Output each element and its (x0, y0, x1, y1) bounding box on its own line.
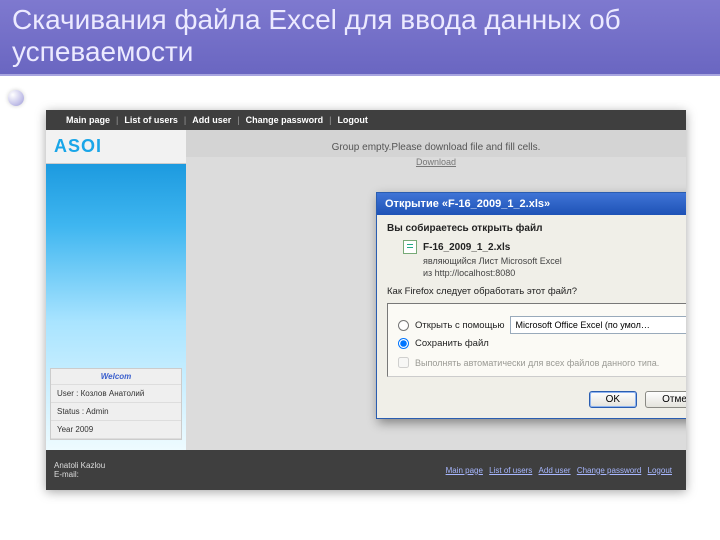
content-area: Group empty.Please download file and fil… (186, 130, 686, 450)
footer-author: Anatoli Kazlou (54, 461, 105, 470)
app-screenshot: Main page| List of users| Add user| Chan… (46, 110, 686, 490)
nav-main[interactable]: Main page (66, 115, 110, 125)
excel-file-icon (403, 240, 417, 254)
user-info-box: Welcom User : Козлов Анатолий Status : A… (50, 368, 182, 440)
cancel-button[interactable]: Отмена (645, 391, 686, 408)
footer-email-label: E-mail: (54, 470, 105, 479)
user-row: User : Козлов Анатолий (51, 385, 181, 403)
dialog-options: Открыть с помощью Microsoft Office Excel… (387, 303, 686, 377)
dialog-title-text: Открытие «F-16_2009_1_2.xls» (385, 198, 550, 210)
status-row: Status : Admin (51, 403, 181, 421)
remember-checkbox (398, 357, 409, 368)
footer-link-logout[interactable]: Logout (648, 466, 672, 475)
open-with-label: Открыть с помощью (415, 320, 504, 331)
dialog-filename: F-16_2009_1_2.xls (423, 242, 510, 253)
user-label: User : (57, 389, 78, 398)
nav-users[interactable]: List of users (124, 115, 178, 125)
user-value: Козлов Анатолий (81, 389, 145, 398)
dialog-intro: Вы собираетесь открыть файл (387, 223, 686, 234)
nav-changepw[interactable]: Change password (246, 115, 324, 125)
slide-title: Скачивания файла Excel для ввода данных … (0, 0, 720, 76)
logo: ASOI (46, 130, 186, 164)
footer-link-adduser[interactable]: Add user (539, 466, 571, 475)
decorative-dot (8, 90, 24, 106)
top-navbar: Main page| List of users| Add user| Chan… (46, 110, 686, 130)
empty-message: Group empty.Please download file and fil… (186, 130, 686, 157)
save-file-label: Сохранить файл (415, 338, 489, 349)
footer-link-users[interactable]: List of users (489, 466, 532, 475)
remember-label: Выполнять автоматически для всех файлов … (415, 358, 659, 368)
ok-button[interactable]: OK (589, 391, 637, 408)
dialog-filetype: являющийся Лист Microsoft Excel (387, 256, 686, 266)
download-link[interactable]: Download (186, 157, 686, 175)
dialog-question: Как Firefox следует обработать этот файл… (387, 286, 686, 297)
year-row[interactable]: Year 2009 (51, 421, 181, 439)
dialog-titlebar[interactable]: Открытие «F-16_2009_1_2.xls» × (377, 193, 686, 215)
footer-link-changepw[interactable]: Change password (577, 466, 641, 475)
status-value: Admin (86, 407, 109, 416)
save-file-radio[interactable] (398, 338, 409, 349)
nav-adduser[interactable]: Add user (192, 115, 231, 125)
footer-link-main[interactable]: Main page (446, 466, 483, 475)
sidebar: ASOI Welcom User : Козлов Анатолий Statu… (46, 130, 186, 450)
nav-logout[interactable]: Logout (337, 115, 368, 125)
welcome-label: Welcom (51, 369, 181, 385)
dialog-source: из http://localhost:8080 (387, 268, 686, 278)
status-label: Status : (57, 407, 84, 416)
open-with-select[interactable]: Microsoft Office Excel (по умол… (510, 316, 686, 334)
footer-links: Main page List of users Add user Change … (444, 466, 674, 475)
download-dialog: Открытие «F-16_2009_1_2.xls» × Вы собира… (376, 192, 686, 419)
footer: Anatoli Kazlou E-mail: Main page List of… (46, 450, 686, 490)
open-with-radio[interactable] (398, 320, 409, 331)
